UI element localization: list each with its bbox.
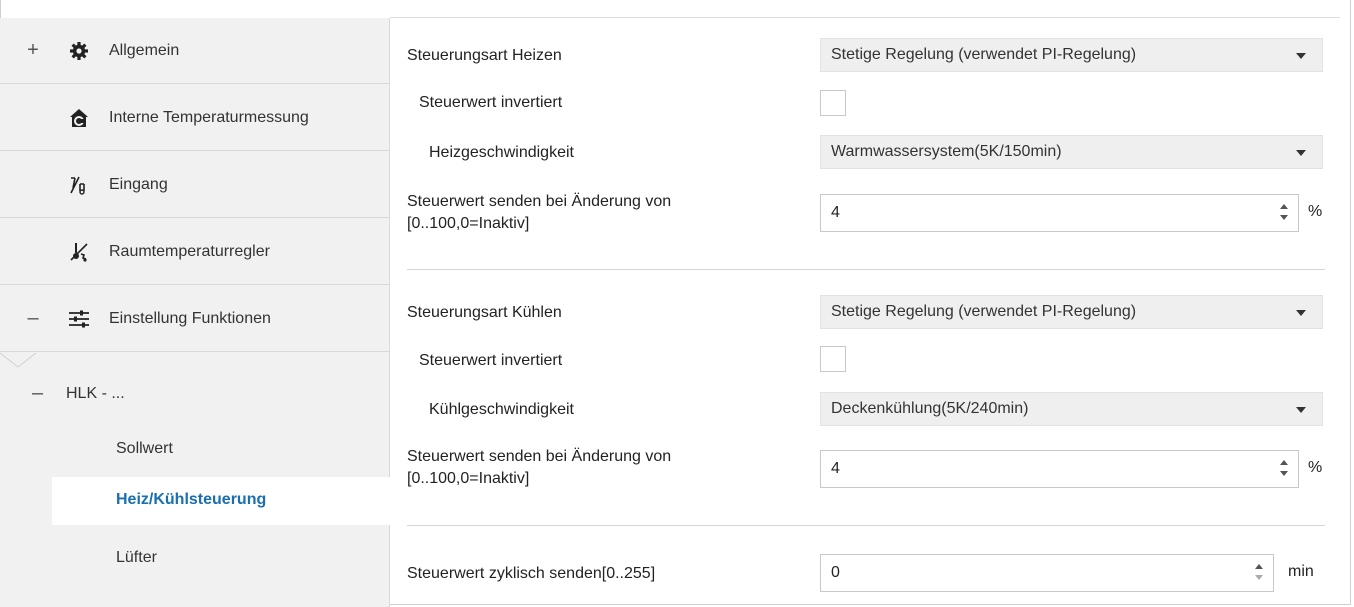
sliders-icon [67,307,91,331]
spinner-arrows-icon[interactable] [1280,204,1290,222]
sidebar-item-label: Lüfter [116,549,157,566]
house-thermometer-icon [67,106,91,130]
cyclic-send-unit: min [1288,563,1314,580]
sidebar-item-allgemein[interactable]: + Allgemein [0,18,389,84]
cooling-send-input[interactable]: 4 [820,450,1299,488]
sidebar-item-heiz-kuehlsteuerung[interactable]: Heiz/Kühlsteuerung [52,477,390,525]
heating-mode-select[interactable]: Stetige Regelung (verwendet PI-Regelung) [820,38,1323,72]
sidebar-item-interne-temperaturmessung[interactable]: Interne Temperaturmessung [0,85,389,151]
spin-down-icon[interactable] [1280,471,1288,476]
sidebar-item-luefter[interactable]: Lüfter [0,549,389,573]
cooling-speed-value: Deckenkühlung(5K/240min) [831,400,1029,417]
chevron-down-icon [1296,407,1306,413]
cooling-send-unit: % [1308,459,1323,476]
heating-inverted-label: Steuerwert invertiert [419,94,563,111]
spin-down-icon[interactable] [1280,215,1288,220]
sidebar-item-eingang[interactable]: Eingang [0,152,389,218]
sidebar: + Allgemein Interne Temperaturmessung Ei… [0,18,390,607]
heating-mode-value: Stetige Regelung (verwendet PI-Regelung) [831,46,1137,63]
sidebar-item-label: Sollwert [116,440,173,457]
sidebar-item-label: Heiz/Kühlsteuerung [116,491,267,508]
gear-icon [67,39,91,63]
collapse-icon[interactable]: – [23,307,43,330]
heating-send-label-line2: [0..100,0=Inaktiv] [407,215,530,232]
heating-inverted-checkbox[interactable] [820,90,846,116]
room-thermostat-icon [67,240,91,264]
sidebar-item-label: Interne Temperaturmessung [109,108,309,126]
cooling-speed-label: Kühlgeschwindigkeit [429,401,574,418]
sidebar-item-label: Einstellung Funktionen [109,309,271,327]
cooling-inverted-label: Steuerwert invertiert [419,352,563,369]
spinner-arrows-icon[interactable] [1255,564,1265,582]
collapse-icon[interactable]: – [32,382,43,405]
chevron-down-icon [1296,53,1306,59]
heating-send-unit: % [1308,203,1323,220]
heating-send-value: 4 [831,204,840,221]
cooling-send-label-line2: [0..100,0=Inaktiv] [407,470,530,487]
cooling-inverted-checkbox[interactable] [820,346,846,372]
sidebar-item-label: Allgemein [109,41,180,59]
heating-send-input[interactable]: 4 [820,194,1299,232]
cooling-send-label: Steuerwert senden bei Änderung von [0..1… [407,446,671,490]
cyclic-send-value: 0 [831,564,840,581]
section-divider [407,269,1325,270]
expanded-caret-icon [0,353,37,368]
sidebar-item-label: Eingang [109,175,168,193]
chevron-down-icon [1296,310,1306,316]
heating-speed-select[interactable]: Warmwassersystem(5K/150min) [820,135,1323,169]
spin-down-icon[interactable] [1255,575,1263,580]
sidebar-group-hlk[interactable]: – HLK - ... [0,382,389,412]
heating-speed-value: Warmwassersystem(5K/150min) [831,143,1062,160]
cooling-mode-select[interactable]: Stetige Regelung (verwendet PI-Regelung) [820,295,1323,329]
heating-send-label: Steuerwert senden bei Änderung von [0..1… [407,191,671,235]
cooling-send-label-line1: Steuerwert senden bei Änderung von [407,448,672,465]
section-divider [407,525,1325,526]
sidebar-item-label: Raumtemperaturregler [109,242,270,260]
cooling-send-value: 4 [831,460,840,477]
heating-mode-label: Steuerungsart Heizen [407,47,562,64]
spinner-arrows-icon[interactable] [1280,460,1290,478]
cyclic-send-label: Steuerwert zyklisch senden[0..255] [407,565,656,582]
cooling-mode-value: Stetige Regelung (verwendet PI-Regelung) [831,303,1137,320]
cyclic-send-input[interactable]: 0 [820,554,1274,592]
spin-up-icon[interactable] [1255,564,1263,569]
cooling-mode-label: Steuerungsart Kühlen [407,304,562,321]
input-switch-icon [67,173,91,197]
heating-send-label-line1: Steuerwert senden bei Änderung von [407,193,672,210]
chevron-down-icon [1296,150,1306,156]
sidebar-item-einstellung-funktionen[interactable]: – Einstellung Funktionen [0,286,389,352]
sidebar-item-sollwert[interactable]: Sollwert [0,440,389,464]
sidebar-group-label: HLK - ... [66,385,125,402]
spin-up-icon[interactable] [1280,204,1288,209]
cooling-speed-select[interactable]: Deckenkühlung(5K/240min) [820,392,1323,426]
sidebar-item-raumtemperaturregler[interactable]: Raumtemperaturregler [0,219,389,285]
expand-icon[interactable]: + [23,39,43,62]
spin-up-icon[interactable] [1280,460,1288,465]
settings-panel: Steuerungsart Heizen Stetige Regelung (v… [390,18,1340,607]
heating-speed-label: Heizgeschwindigkeit [429,144,574,161]
